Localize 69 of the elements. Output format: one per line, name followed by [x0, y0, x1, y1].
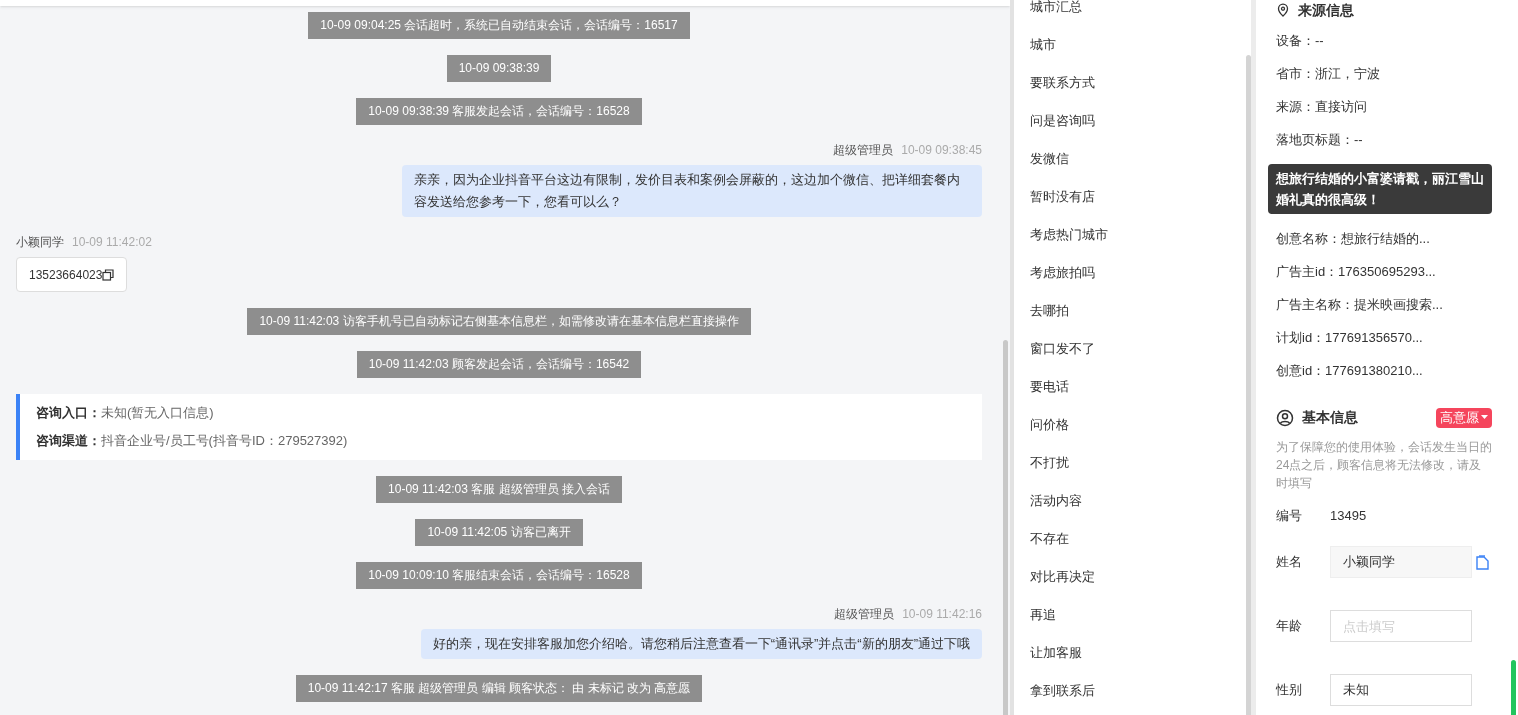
system-notice: 10-09 11:42:03 访客手机号已自动标记右侧基本信息栏，如需修改请在基本信息栏直接操作	[247, 308, 751, 335]
system-notice: 10-09 11:42:03 顾客发起会话，会话编号：16542	[356, 351, 642, 378]
system-notice: 10-09 11:42:17 客服 超级管理员 编辑 顾客状态： 由 未标记 改为 高意愿	[295, 675, 703, 702]
source-field: 计划id：177691356570...	[1276, 321, 1492, 354]
system-notice: 10-09 11:42:05 访客已离开	[415, 519, 583, 546]
quick-reply-item[interactable]: 考虑热门城市	[1014, 216, 1246, 254]
source-field: 落地页标题：--	[1276, 123, 1492, 156]
quick-reply-item[interactable]: 对比再决定	[1014, 558, 1246, 596]
sender-name: 超级管理员	[833, 142, 894, 159]
field-value: 抖音企业号/员工号(抖音号ID：279527392)	[101, 432, 348, 450]
field-label: 编号	[1276, 507, 1302, 526]
caret-icon	[1481, 415, 1488, 420]
field-label: 姓名	[1276, 553, 1302, 572]
quick-reply-item[interactable]: 问是咨询吗	[1014, 102, 1246, 140]
scrollbar[interactable]	[1003, 340, 1008, 715]
system-notice: 10-09 11:42:03 客服 超级管理员 接入会话	[376, 476, 622, 503]
quick-reply-item[interactable]: 活动内容	[1014, 482, 1246, 520]
input-field[interactable]: 未知	[1330, 674, 1472, 706]
quick-reply-item[interactable]: 让加客服	[1014, 634, 1246, 672]
field-label: 咨询渠道：	[36, 432, 101, 450]
system-notice: 10-09 09:04:25 会话超时，系统已自动结束会话，会话编号：16517	[308, 12, 690, 39]
quick-reply-item[interactable]: 考虑旅拍吗	[1014, 254, 1246, 292]
phone-number: 13523664023	[29, 266, 103, 284]
field-label: 年龄	[1276, 617, 1302, 636]
field-value: 13495	[1330, 507, 1367, 526]
name-field[interactable]: 小颖同学	[1330, 546, 1472, 578]
quick-reply-item[interactable]: 城市	[1014, 26, 1246, 64]
system-notice: 10-09 09:38:39 客服发起会话，会话编号：16528	[356, 98, 642, 125]
scrollbar[interactable]	[1246, 55, 1251, 715]
message-bubble: 亲亲，因为企业抖音平台这边有限制，发价目表和案例会屏蔽的，这边加个微信、把详细套餐内容发送给您参考一下，您看可以么？	[402, 165, 982, 217]
status-dropdown[interactable]: 高意愿	[1436, 407, 1492, 428]
quick-reply-item[interactable]: 窗口发不了	[1014, 330, 1246, 368]
sender-name: 小颖同学	[16, 234, 64, 251]
source-field: 省市：浙江，宁波	[1276, 57, 1492, 90]
quick-reply-item[interactable]: 城市汇总	[1014, 0, 1246, 26]
section-title: 来源信息	[1298, 0, 1354, 20]
quick-reply-item[interactable]: 拿到联系后	[1014, 672, 1246, 710]
source-field: 来源：直接访问	[1276, 90, 1492, 123]
source-field: 创意id：177691380210...	[1276, 354, 1492, 387]
source-field: 广告主id：176350695293...	[1276, 255, 1492, 288]
message-bubble: 好的亲，现在安排客服加您介绍哈。请您稍后注意查看一下“通讯录”并点击“新的朋友”通过下哦	[420, 629, 982, 659]
sender-name: 超级管理员	[834, 606, 895, 623]
notice-text: 为了保障您的使用体验，会话发生当日的24点之后，顾客信息将无法修改，请及时填写	[1276, 439, 1492, 492]
user-circle-icon	[1276, 408, 1294, 427]
message-time: 10-09 09:38:45	[901, 142, 982, 159]
source-field: 广告主名称：提米映画搜索...	[1276, 288, 1492, 321]
field-label: 性别	[1276, 681, 1302, 700]
scrollbar[interactable]	[1511, 660, 1516, 715]
location-pin-icon	[1276, 3, 1290, 17]
quick-reply-item[interactable]: 要联系方式	[1014, 64, 1246, 102]
system-notice: 10-09 10:09:10 客服结束会话，会话编号：16528	[356, 562, 642, 589]
quick-reply-item[interactable]: 去哪拍	[1014, 292, 1246, 330]
quick-reply-item[interactable]: 不存在	[1014, 520, 1246, 558]
source-field: 创意名称：想旅行结婚的...	[1276, 222, 1492, 255]
quick-reply-item[interactable]: 暂时没有店	[1014, 178, 1246, 216]
quick-reply-item[interactable]: 再追	[1014, 596, 1246, 634]
section-title: 基本信息	[1302, 408, 1358, 427]
quick-reply-item[interactable]: 要电话	[1014, 368, 1246, 406]
quick-reply-item[interactable]: 发微信	[1014, 140, 1246, 178]
system-notice: 10-09 09:38:39	[446, 55, 552, 82]
quick-reply-item[interactable]: 不打扰	[1014, 444, 1246, 482]
quick-reply-item[interactable]: 问价格	[1014, 406, 1246, 444]
message-time: 10-09 11:42:02	[72, 234, 152, 251]
message-time: 10-09 11:42:16	[902, 606, 982, 623]
copy-icon[interactable]	[102, 268, 115, 281]
tooltip: 想旅行结婚的小富婆请戳，丽江雪山婚礼真的很高级！	[1268, 164, 1492, 214]
field-value: 未知(暂无入口信息)	[101, 404, 214, 422]
field-label: 咨询入口：	[36, 404, 101, 422]
source-field: 设备：--	[1276, 24, 1492, 57]
